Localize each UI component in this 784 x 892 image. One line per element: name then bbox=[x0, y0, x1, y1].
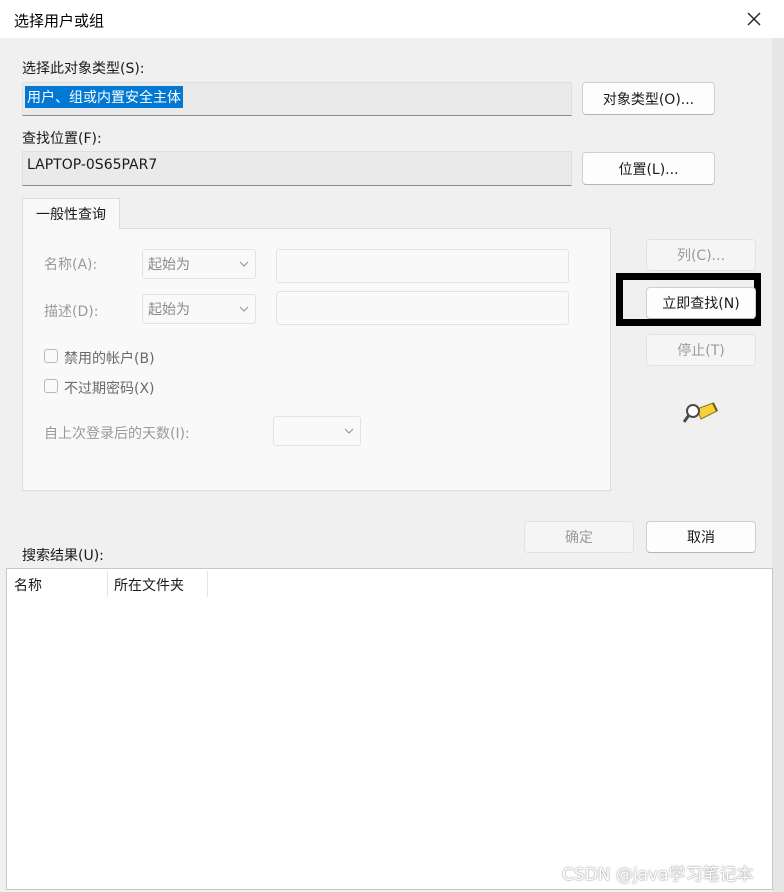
window-edge bbox=[772, 38, 784, 892]
location-label: 查找位置(F): bbox=[22, 131, 102, 147]
watermark: CSDN @java学习笔记本 bbox=[562, 865, 754, 885]
disabled-accounts-label: 禁用的帐户(B) bbox=[64, 351, 155, 367]
description-label: 描述(D): bbox=[44, 304, 99, 320]
find-now-button[interactable]: 立即查找(N) bbox=[646, 287, 756, 319]
column-divider[interactable] bbox=[107, 571, 108, 597]
chevron-down-icon bbox=[239, 306, 249, 312]
name-mode-select[interactable]: 起始为 bbox=[142, 249, 256, 279]
tab-general-queries[interactable]: 一般性查询 bbox=[22, 198, 120, 229]
close-icon bbox=[747, 12, 761, 26]
window-title: 选择用户或组 bbox=[14, 12, 105, 30]
description-mode-value: 起始为 bbox=[148, 302, 190, 318]
columns-button[interactable]: 列(C)... bbox=[646, 239, 756, 271]
stop-button[interactable]: 停止(T) bbox=[646, 334, 756, 366]
name-mode-value: 起始为 bbox=[148, 257, 190, 273]
title-bar bbox=[0, 0, 784, 38]
location-value: LAPTOP-0S65PAR7 bbox=[27, 157, 158, 173]
location-field: LAPTOP-0S65PAR7 bbox=[22, 151, 572, 186]
chevron-down-icon bbox=[239, 261, 249, 267]
object-type-label: 选择此对象类型(S): bbox=[22, 61, 145, 77]
description-mode-select[interactable]: 起始为 bbox=[142, 294, 256, 324]
days-since-logon-select[interactable] bbox=[273, 416, 361, 446]
non-expiring-password-checkbox[interactable] bbox=[44, 379, 58, 393]
non-expiring-password-label: 不过期密码(X) bbox=[64, 381, 155, 397]
disabled-accounts-checkbox[interactable] bbox=[44, 349, 58, 363]
search-results-list[interactable] bbox=[6, 568, 773, 890]
object-type-value: 用户、组或内置安全主体 bbox=[25, 86, 183, 108]
locations-button[interactable]: 位置(L)... bbox=[582, 152, 715, 185]
name-input[interactable] bbox=[276, 249, 569, 283]
column-header-folder[interactable]: 所在文件夹 bbox=[114, 575, 184, 595]
close-button[interactable] bbox=[738, 4, 770, 34]
object-type-field: 用户、组或内置安全主体 bbox=[22, 82, 572, 116]
object-types-button[interactable]: 对象类型(O)... bbox=[582, 82, 715, 115]
cancel-button[interactable]: 取消 bbox=[646, 521, 756, 553]
column-header-name[interactable]: 名称 bbox=[14, 575, 42, 595]
column-divider[interactable] bbox=[207, 571, 208, 597]
search-flashlight-icon bbox=[683, 402, 718, 423]
name-label: 名称(A): bbox=[44, 257, 98, 273]
ok-button[interactable]: 确定 bbox=[524, 521, 634, 553]
chevron-down-icon bbox=[344, 428, 354, 434]
search-results-label: 搜索结果(U): bbox=[22, 548, 104, 564]
days-since-logon-label: 自上次登录后的天数(I): bbox=[44, 426, 190, 442]
description-input[interactable] bbox=[276, 291, 569, 325]
